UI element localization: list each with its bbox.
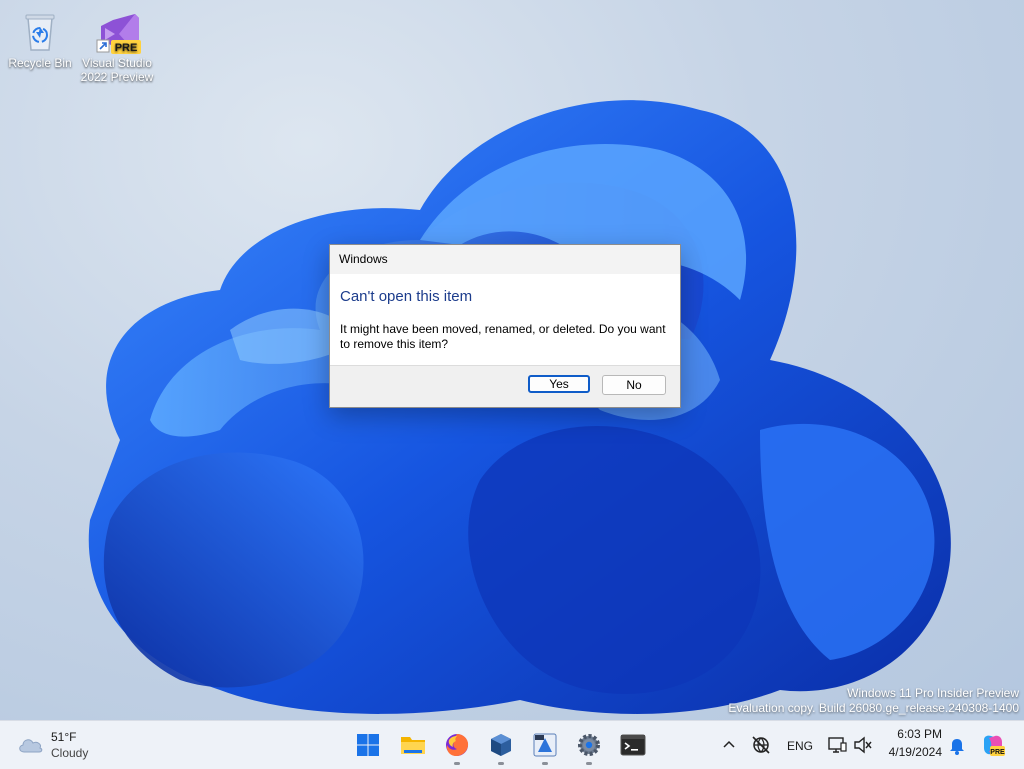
clock-date: 4/19/2024 (888, 745, 942, 759)
taskbar-firefox[interactable] (441, 729, 473, 765)
recycle-bin-icon (18, 10, 62, 54)
taskbar: 51°F Cloudy ENG 6:03 PM 4/19/2024 PRE (0, 720, 1024, 769)
network-off-icon (752, 736, 770, 754)
desktop-icon-label: Visual Studio 2022 Preview (80, 56, 154, 84)
virtualbox-icon (491, 734, 511, 756)
terminal-icon (620, 734, 646, 756)
watermark-line2: Evaluation copy. Build 26080.ge_release.… (728, 701, 1019, 715)
clock-time: 6:03 PM (897, 727, 942, 741)
desktop-icon-recycle-bin[interactable]: Recycle Bin (1, 6, 79, 70)
dialog-title: Windows (339, 252, 388, 266)
weather-temp: 51°F (51, 730, 77, 744)
tray-display[interactable] (826, 734, 848, 756)
gear-icon (578, 734, 600, 756)
dialog-heading: Can't open this item (340, 288, 473, 305)
desktop-icon-visual-studio[interactable]: PRE Visual Studio 2022 Preview (78, 6, 156, 84)
cloud-icon (16, 734, 44, 759)
running-indicator (454, 762, 460, 765)
taskbar-file-explorer[interactable] (397, 729, 429, 761)
running-indicator (542, 762, 548, 765)
dialog-titlebar[interactable]: Windows (330, 245, 680, 274)
tray-volume[interactable] (852, 734, 874, 756)
desktop[interactable]: Recycle Bin PRE Visual Studio 2022 Previ… (0, 0, 1024, 720)
yes-button[interactable]: Yes (528, 375, 590, 393)
visual-studio-preview-icon: PRE (95, 10, 141, 54)
no-button[interactable]: No (602, 375, 666, 395)
error-dialog: Windows Can't open this item It might ha… (329, 244, 681, 408)
copilot-button[interactable]: PRE (980, 732, 1006, 758)
taskbar-virtualbox[interactable] (485, 729, 517, 765)
running-indicator (498, 762, 504, 765)
app-icon (533, 733, 557, 757)
taskbar-app[interactable] (529, 729, 561, 765)
taskbar-terminal[interactable] (617, 729, 649, 761)
chevron-up-icon (723, 740, 735, 748)
display-icon (828, 737, 847, 753)
desktop-icon-label: Recycle Bin (8, 56, 72, 70)
taskbar-settings[interactable] (573, 729, 605, 765)
folder-icon (401, 737, 425, 754)
volume-mute-icon (854, 736, 872, 754)
pre-badge: PRE (115, 42, 138, 54)
svg-text:PRE: PRE (990, 749, 1005, 756)
weather-widget[interactable]: 51°F Cloudy (14, 727, 94, 763)
weather-condition: Cloudy (51, 746, 89, 760)
notification-button[interactable] (946, 734, 968, 756)
tray-overflow-button[interactable] (719, 735, 739, 755)
dialog-footer: Yes No (330, 365, 680, 407)
language-indicator[interactable]: ENG (787, 739, 813, 753)
watermark-line1: Windows 11 Pro Insider Preview (847, 686, 1019, 700)
dialog-message: It might have been moved, renamed, or de… (340, 322, 666, 351)
clock[interactable]: 6:03 PM 4/19/2024 (880, 727, 942, 763)
windows-start-icon (357, 734, 379, 756)
start-button[interactable] (352, 729, 384, 761)
bell-icon (950, 739, 964, 755)
copilot-icon: PRE (984, 735, 1005, 756)
tray-network[interactable] (750, 734, 772, 756)
running-indicator (586, 762, 592, 765)
firefox-icon (446, 734, 469, 756)
